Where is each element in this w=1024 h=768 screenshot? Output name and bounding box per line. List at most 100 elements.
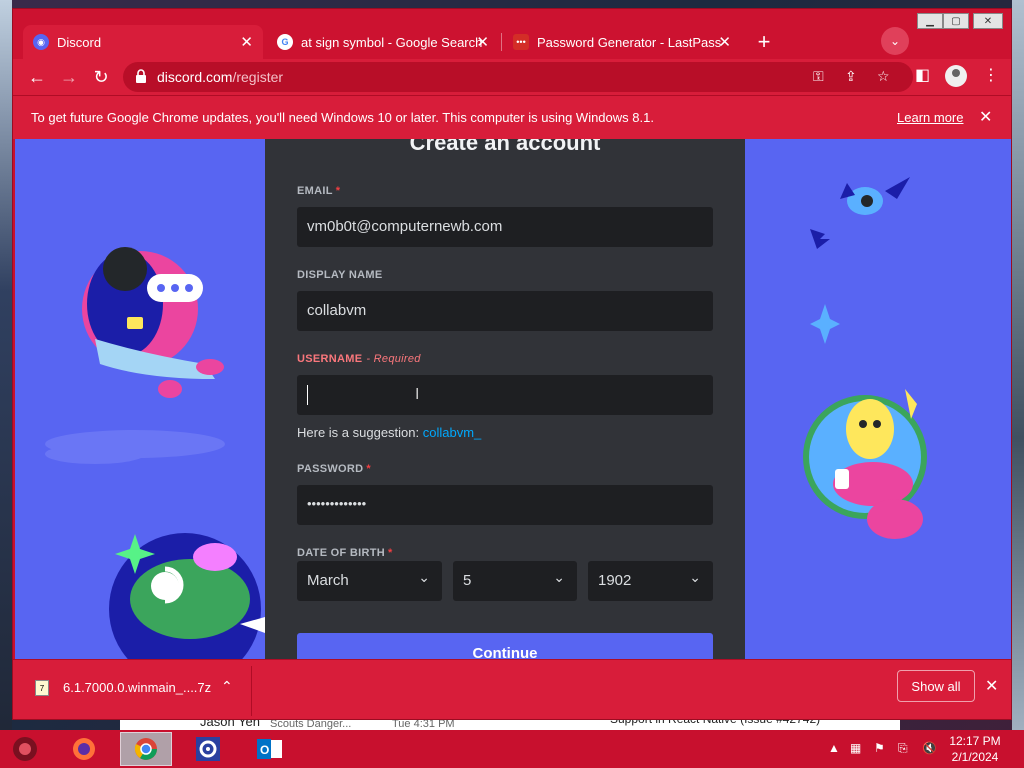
- chrome-icon: [134, 738, 157, 760]
- outlook-taskbar-button[interactable]: O: [244, 732, 296, 766]
- start-icon: [13, 737, 37, 761]
- continue-button[interactable]: Continue: [297, 633, 713, 659]
- infobar-message: To get future Google Chrome updates, you…: [31, 110, 654, 125]
- left-illustration: [45, 247, 265, 659]
- desktop-edge-left: [0, 0, 12, 730]
- divider: [251, 666, 252, 716]
- tab-discord[interactable]: ◉ Discord ✕: [23, 25, 263, 59]
- url-text: discord.com/register: [157, 69, 283, 85]
- outlook-icon: O: [257, 739, 282, 759]
- tab-lastpass[interactable]: ••• Password Generator - LastPass ✕: [503, 25, 741, 59]
- close-icon[interactable]: ✕: [476, 33, 489, 51]
- required-marker: *: [366, 463, 371, 475]
- dob-month-value: March: [307, 572, 349, 589]
- chevron-down-icon: ⌄: [689, 569, 701, 585]
- page-title: Create an account: [409, 139, 601, 155]
- suggestion-prefix: Here is a suggestion:: [297, 425, 420, 440]
- key-icon[interactable]: ⚿: [813, 68, 824, 85]
- update-infobar: To get future Google Chrome updates, you…: [13, 95, 1011, 139]
- forward-button[interactable]: →: [57, 65, 81, 89]
- firefox-taskbar-button[interactable]: [58, 732, 110, 766]
- profile-avatar[interactable]: [945, 65, 967, 87]
- url-host: discord.com: [157, 69, 233, 85]
- network-icon[interactable]: ⎘: [898, 741, 908, 756]
- email-label: EMAIL *: [297, 185, 340, 197]
- dob-label: DATE OF BIRTH *: [297, 547, 393, 559]
- lastpass-icon: •••: [513, 34, 529, 50]
- browser-toolbar: ← → ↻ discord.com/register ⚿ ⇪ ☆ ◧ ⋮: [13, 59, 1011, 95]
- email-field[interactable]: vm0b0t@computernewb.com: [297, 207, 713, 247]
- dob-day-value: 5: [463, 572, 472, 589]
- close-icon[interactable]: ✕: [985, 676, 998, 696]
- chevron-down-icon: ⌄: [418, 569, 430, 585]
- archive-file-icon: 7: [35, 680, 49, 696]
- minimize-button[interactable]: ▁: [917, 13, 943, 29]
- gear-icon: [196, 737, 220, 761]
- suggestion-link[interactable]: collabvm_: [423, 425, 482, 440]
- downloads-bar: 7 6.1.7000.0.winmain_....7z ⌃ Show all ✕: [13, 659, 1011, 719]
- bookmark-star-icon[interactable]: ☆: [877, 68, 890, 85]
- close-icon[interactable]: ✕: [240, 33, 253, 51]
- settings-taskbar-button[interactable]: [182, 732, 234, 766]
- chevron-up-icon[interactable]: ⌃: [221, 678, 233, 695]
- learn-more-link[interactable]: Learn more: [897, 110, 963, 125]
- email-label-text: EMAIL: [297, 185, 333, 197]
- dob-day-select[interactable]: 5 ⌄: [453, 561, 577, 601]
- start-orb-icon[interactable]: [0, 732, 50, 766]
- firefox-icon: [73, 738, 95, 760]
- share-icon[interactable]: ⇪: [845, 68, 857, 85]
- back-button[interactable]: ←: [25, 65, 49, 89]
- dob-year-value: 1902: [598, 572, 632, 589]
- username-label-text: USERNAME: [297, 353, 363, 365]
- chrome-window: ◉ Discord ✕ G at sign symbol - Google Se…: [12, 8, 1012, 720]
- close-icon[interactable]: ✕: [718, 33, 731, 51]
- clock-date: 2/1/2024: [951, 750, 999, 764]
- show-all-button[interactable]: Show all: [897, 670, 975, 702]
- register-card: Create an account EMAIL * vm0b0t@computer…: [265, 139, 745, 659]
- reload-button[interactable]: ↻: [89, 65, 113, 89]
- tab-search-button[interactable]: ⌄: [881, 27, 909, 55]
- username-field[interactable]: I: [297, 375, 713, 415]
- close-icon[interactable]: ✕: [979, 107, 992, 127]
- username-label: USERNAME - Required: [297, 353, 421, 365]
- discord-register-page: Create an account EMAIL * vm0b0t@computer…: [15, 139, 1011, 659]
- new-tab-button[interactable]: +: [751, 29, 777, 55]
- dob-year-select[interactable]: 1902 ⌄: [588, 561, 713, 601]
- required-marker: *: [388, 547, 393, 559]
- taskbar-clock[interactable]: 12:17 PM 2/1/2024: [940, 733, 1010, 765]
- close-window-button[interactable]: ✕: [973, 13, 1003, 29]
- dob-month-select[interactable]: March ⌄: [297, 561, 442, 601]
- username-suggestion: Here is a suggestion: collabvm_: [297, 425, 481, 440]
- google-icon: G: [277, 34, 293, 50]
- svg-text:O: O: [260, 743, 269, 757]
- download-file-name[interactable]: 6.1.7000.0.winmain_....7z: [63, 680, 211, 695]
- side-panel-icon[interactable]: ◧: [915, 65, 930, 85]
- lock-icon: [136, 69, 146, 83]
- network-device-icon[interactable]: ▦: [850, 741, 861, 755]
- chrome-taskbar-button[interactable]: [120, 732, 172, 766]
- dob-label-text: DATE OF BIRTH: [297, 547, 386, 559]
- menu-icon[interactable]: ⋮: [983, 65, 999, 85]
- discord-icon: ◉: [33, 34, 49, 50]
- display-name-field[interactable]: collabvm: [297, 291, 713, 331]
- tab-separator: [501, 33, 502, 51]
- chevron-down-icon: ⌄: [553, 569, 565, 585]
- tab-title: at sign symbol - Google Search: [301, 34, 483, 50]
- tab-google-search[interactable]: G at sign symbol - Google Search ✕: [267, 25, 499, 59]
- tab-title: Discord: [57, 34, 102, 50]
- password-label: PASSWORD *: [297, 463, 371, 475]
- password-field[interactable]: •••••••••••••: [297, 485, 713, 525]
- clock-time: 12:17 PM: [949, 734, 1001, 748]
- restore-button[interactable]: ▢: [943, 13, 969, 29]
- volume-muted-icon[interactable]: 🔇: [922, 741, 937, 755]
- windows-taskbar: O ▲ ▦ ⚑ ⎘ 🔇 12:17 PM 2/1/2024: [0, 730, 1024, 768]
- password-label-text: PASSWORD: [297, 463, 364, 475]
- tab-strip: ◉ Discord ✕ G at sign symbol - Google Se…: [13, 9, 1011, 59]
- tray-up-arrow-icon[interactable]: ▲: [828, 741, 840, 755]
- display-name-label: DISPLAY NAME: [297, 269, 383, 281]
- right-illustration: [803, 177, 927, 539]
- desktop-edge-right: [1012, 0, 1024, 730]
- address-bar[interactable]: discord.com/register ⚿ ⇪ ☆: [123, 62, 913, 92]
- action-center-flag-icon[interactable]: ⚑: [874, 741, 885, 755]
- required-marker: *: [335, 185, 341, 197]
